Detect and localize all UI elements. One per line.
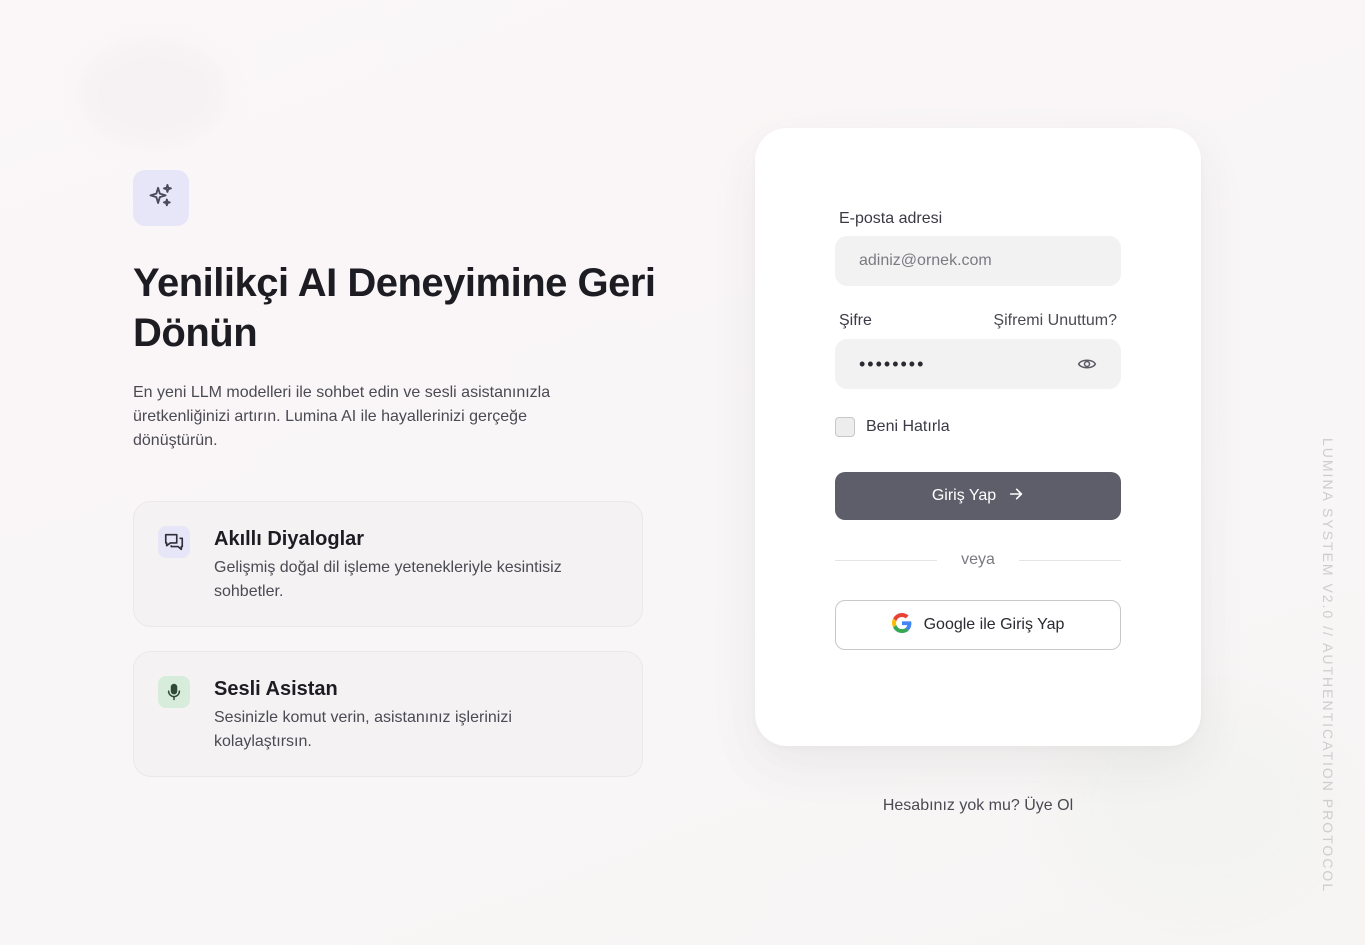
sparkles-icon	[147, 182, 175, 215]
remember-me-checkbox[interactable]	[835, 417, 855, 437]
divider-line	[1018, 559, 1122, 561]
signup-prompt: Hesabınız yok mu? Üye Ol	[755, 797, 1201, 815]
chat-bubbles-icon	[158, 526, 190, 558]
feature-card-smart-dialogs: Akıllı Diyaloglar Gelişmiş doğal dil işl…	[133, 501, 643, 627]
arrow-right-icon	[1008, 486, 1024, 507]
login-button[interactable]: Giriş Yap	[835, 472, 1121, 520]
show-password-icon[interactable]	[1075, 352, 1099, 376]
forgot-password-link[interactable]: Şifremi Unuttum?	[993, 312, 1117, 330]
remember-me-row: Beni Hatırla	[835, 417, 950, 437]
google-button-label: Google ile Giriş Yap	[923, 616, 1065, 633]
divider-line	[835, 559, 938, 561]
feature-card-voice-assistant: Sesli Asistan Sesinizle komut verin, asi…	[133, 651, 643, 777]
microphone-icon	[158, 676, 190, 708]
or-divider: veya	[835, 548, 1122, 572]
google-icon	[891, 612, 912, 638]
page-title: Yenilikçi AI Deneyimine Geri Dönün	[133, 261, 656, 355]
login-button-label: Giriş Yap	[931, 487, 997, 504]
background-decoration	[78, 38, 228, 148]
sparkles-logo	[133, 170, 189, 226]
google-login-button[interactable]: Google ile Giriş Yap	[835, 600, 1121, 650]
feature-description: Gelişmiş doğal dil işleme yetenekleriyle…	[214, 559, 562, 600]
vertical-caption: LUMINA SYSTEM V2.0 // AUTHENTICATION PRO…	[1320, 438, 1336, 894]
login-card: E-posta adresi Şifre Şifremi Unuttum? Be…	[755, 128, 1201, 746]
divider-text: veya	[961, 551, 995, 568]
password-label: Şifre	[839, 312, 872, 329]
email-input[interactable]	[835, 236, 1121, 286]
email-label: E-posta adresi	[839, 210, 943, 227]
remember-me-label[interactable]: Beni Hatırla	[866, 418, 950, 436]
page-description: En yeni LLM modelleri ile sohbet edin ve…	[133, 384, 551, 449]
feature-title: Akıllı Diyaloglar	[214, 528, 365, 550]
signup-link[interactable]: Üye Ol	[1024, 797, 1073, 814]
signup-question: Hesabınız yok mu?	[882, 797, 1020, 814]
feature-description: Sesinizle komut verin, asistanınız işler…	[214, 709, 512, 750]
feature-title: Sesli Asistan	[214, 678, 338, 700]
